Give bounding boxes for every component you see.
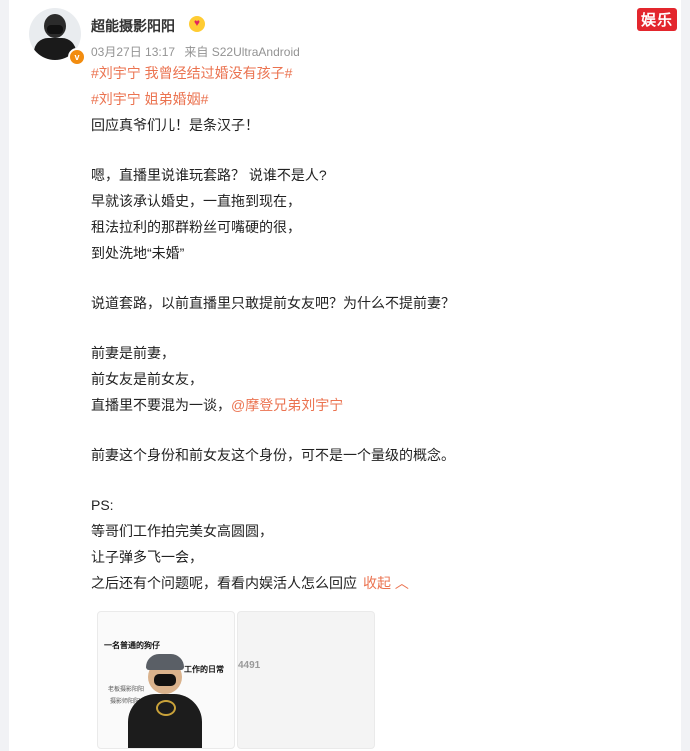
image-thumbnail[interactable]: 4491: [237, 611, 375, 749]
text-line: 到处洗地“未婚”: [91, 245, 185, 261]
thumbnail-caption: 老板摄影阳阳: [108, 687, 145, 693]
topic-link[interactable]: #刘宇宁 我曾经结过婚没有孩子#: [91, 65, 292, 81]
text-line: 早就该承认婚史，一直拖到现在，: [91, 193, 301, 209]
entertainment-badge: 娱乐: [636, 8, 677, 31]
thumbnail-text: 4491: [238, 660, 261, 671]
text-line: 直播里不要混为一谈，@摩登兄弟刘宇宁: [91, 392, 661, 418]
text-line: 租法拉利的那群粉丝可嘴硬的很，: [91, 219, 301, 235]
thumbnail-caption: 一名普通的狗仔: [104, 641, 160, 650]
text-line: 前妻是前妻，: [91, 345, 175, 361]
verified-badge-icon: v: [68, 48, 86, 66]
person-mask: [154, 674, 176, 686]
person-chain: [156, 700, 176, 716]
text-line: 之后还有个问题呢，看看内娱活人怎么回应 收起 ︿: [91, 570, 661, 596]
text-line: 说道套路，以前直播里只敢提前女友吧？为什么不提前妻？: [91, 295, 455, 311]
chevron-up-icon: ︿: [391, 575, 409, 591]
username[interactable]: 超能摄影阳阳: [91, 16, 175, 36]
text-line: 嗯，直播里说谁玩套路？ 说谁不是人?: [91, 167, 327, 183]
collapse-button[interactable]: 收起 ︿: [363, 575, 409, 591]
text-segment: 直播里不要混为一谈，: [91, 397, 231, 413]
post-content: #刘宇宁 我曾经结过婚没有孩子# #刘宇宁 姐弟婚姻# 回应真爷们儿！是条汉子！…: [91, 60, 661, 596]
mention-link[interactable]: @摩登兄弟刘宇宁: [231, 397, 343, 413]
text-line: 前妻这个身份和前女友这个身份，可不是一个量级的概念。: [91, 447, 455, 463]
heart-eyes-emoji-icon: ♥: [189, 16, 205, 32]
text-line: 等哥们工作拍完美女高圆圆，: [91, 523, 273, 539]
text-line: 让子弹多飞一会，: [91, 549, 203, 565]
text-line: 回应真爷们儿！是条汉子！: [91, 117, 259, 133]
text-line: PS:: [91, 497, 114, 513]
image-thumbnail[interactable]: 一名普通的狗仔 工作的日常 老板摄影阳阳 摄影师阳阳: [97, 611, 235, 749]
collapse-label: 收起: [363, 575, 391, 591]
text-line: 前女友是前女友，: [91, 371, 203, 387]
post-source: 来自 S22UltraAndroid: [184, 45, 300, 59]
avatar-mask: [47, 25, 63, 34]
post-meta: 03月27日 13:17 来自 S22UltraAndroid: [91, 43, 306, 60]
person-cap: [146, 654, 184, 670]
thumbnail-caption: 工作的日常: [184, 665, 224, 674]
weibo-post-card: v 超能摄影阳阳 ♥ 03月27日 13:17 来自 S22UltraAndro…: [9, 0, 681, 751]
topic-link[interactable]: #刘宇宁 姐弟婚姻#: [91, 91, 208, 107]
text-segment: 之后还有个问题呢，看看内娱活人怎么回应: [91, 575, 357, 591]
post-date[interactable]: 03月27日 13:17: [91, 45, 175, 59]
